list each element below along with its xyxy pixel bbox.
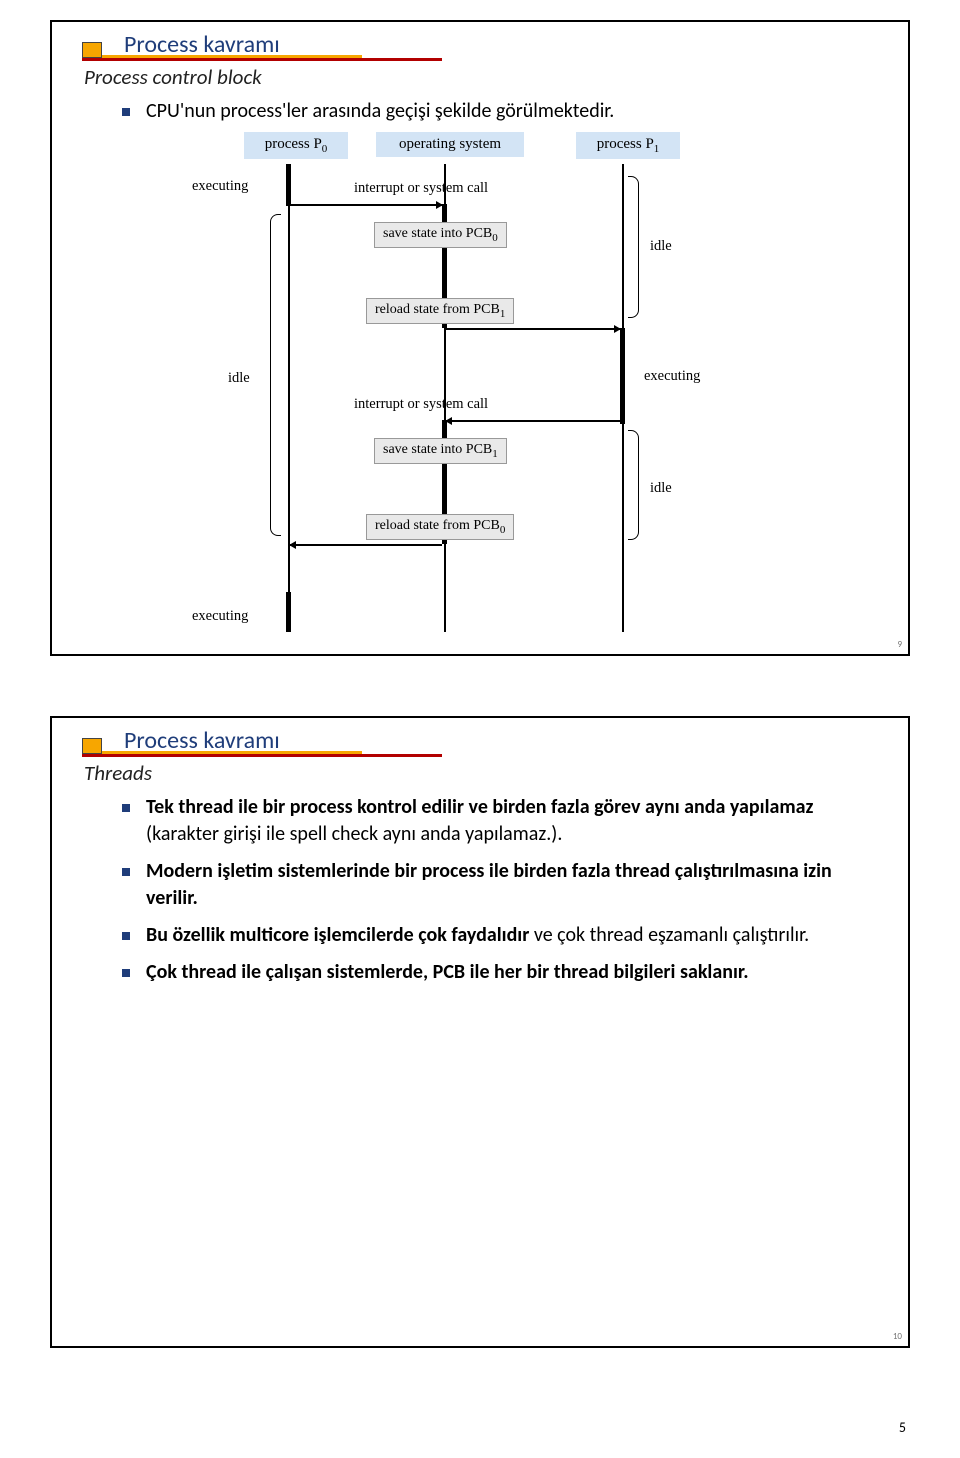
column-header-p1: process P1 bbox=[576, 132, 680, 159]
label-idle: idle bbox=[650, 480, 672, 497]
title-block: Process kavramı bbox=[82, 28, 322, 52]
label-interrupt: interrupt or system call bbox=[354, 396, 488, 413]
slide-content: Tek thread ile bir process kontrol edili… bbox=[122, 794, 878, 996]
label-executing: executing bbox=[192, 178, 248, 195]
arrow bbox=[290, 204, 442, 206]
label-executing: executing bbox=[192, 608, 248, 625]
slide-content: CPU'nun process'ler arasında geçişi şeki… bbox=[122, 98, 878, 135]
slide-process-control-block: Process kavramı Process control block CP… bbox=[50, 20, 910, 656]
arrow bbox=[446, 328, 620, 330]
bullet: Modern işletim sistemlerinde bir process… bbox=[122, 858, 878, 912]
slide-subtitle: Threads bbox=[84, 760, 152, 786]
slide-number: 9 bbox=[897, 639, 902, 650]
box-save-pcb0: save state into PCB0 bbox=[374, 222, 507, 248]
dots-icon: ••• bbox=[441, 470, 447, 488]
context-switch-diagram: process P0 operating system process P1 e… bbox=[182, 132, 762, 642]
column-header-os: operating system bbox=[376, 132, 524, 157]
slide-subtitle: Process control block bbox=[84, 64, 262, 90]
title-block: Process kavramı bbox=[82, 724, 322, 748]
bullet: Tek thread ile bir process kontrol edili… bbox=[122, 794, 878, 848]
label-idle: idle bbox=[228, 370, 250, 387]
dots-icon: ••• bbox=[441, 254, 447, 272]
page-number: 5 bbox=[899, 1419, 906, 1436]
label-interrupt: interrupt or system call bbox=[354, 180, 488, 197]
box-reload-pcb1: reload state from PCB1 bbox=[366, 298, 514, 324]
bullet: Bu özellik multicore işlemcilerde çok fa… bbox=[122, 922, 878, 949]
box-save-pcb1: save state into PCB1 bbox=[374, 438, 507, 464]
label-executing: executing bbox=[644, 368, 700, 385]
arrow bbox=[446, 420, 620, 422]
slide-threads: Process kavramı Threads Tek thread ile b… bbox=[50, 716, 910, 1348]
arrow bbox=[290, 544, 442, 546]
label-idle: idle bbox=[650, 238, 672, 255]
box-reload-pcb0: reload state from PCB0 bbox=[366, 514, 514, 540]
column-header-p0: process P0 bbox=[244, 132, 348, 159]
slide-number: 10 bbox=[893, 1331, 902, 1342]
bullet: Çok thread ile çalışan sistemlerde, PCB … bbox=[122, 959, 878, 986]
bullet: CPU'nun process'ler arasında geçişi şeki… bbox=[122, 98, 878, 125]
